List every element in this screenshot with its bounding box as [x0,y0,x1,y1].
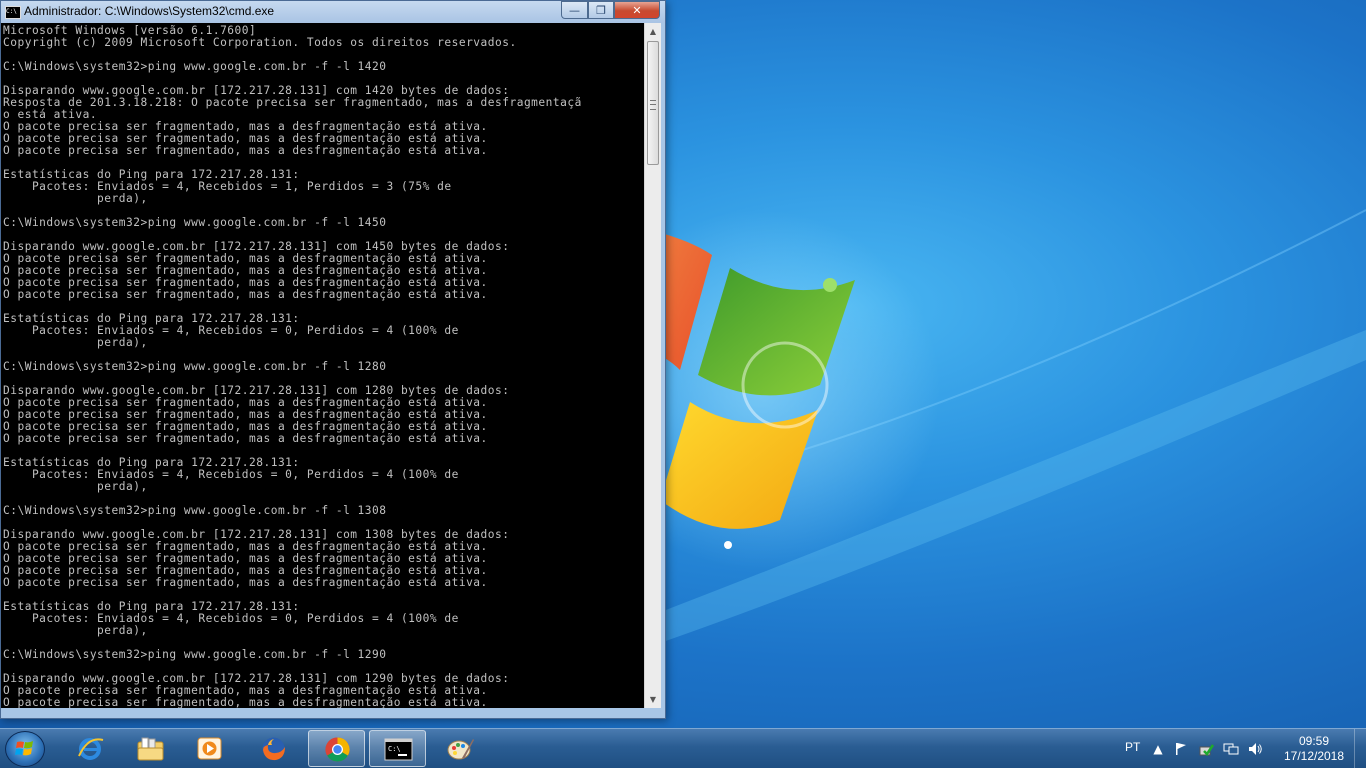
taskbar-media-player[interactable] [181,730,238,767]
window-titlebar[interactable]: C:\ Administrador: C:\Windows\System32\c… [1,1,665,23]
console-line: C:\Windows\system32>ping www.google.com.… [3,648,387,661]
console-line: Resposta de 201.3.18.218: O pacote preci… [3,96,582,109]
taskbar-firefox[interactable] [245,730,302,767]
chrome-icon [325,737,350,762]
scroll-up-arrow-icon[interactable]: ▲ [645,23,661,40]
maximize-button[interactable]: ❐ [588,1,614,19]
taskbar-paint[interactable] [432,730,489,767]
paint-icon [447,739,474,760]
window-title: Administrador: C:\Windows\System32\cmd.e… [24,4,275,18]
cmd-icon: C:\ [384,738,413,761]
console-line: O pacote precisa ser fragmentado, mas a … [3,432,488,445]
vertical-scrollbar[interactable]: ▲ ▼ [644,23,661,708]
console-line: O pacote precisa ser fragmentado, mas a … [3,288,488,301]
console-line: O pacote precisa ser fragmentado, mas a … [3,576,488,589]
taskbar-cmd[interactable]: C:\ [369,730,426,767]
svg-text:C:\: C:\ [388,745,401,753]
console-line: C:\Windows\system32>ping www.google.com.… [3,504,387,517]
console-line: O pacote precisa ser fragmentado, mas a … [3,696,488,709]
console-line: perda), [3,480,148,493]
clock[interactable]: 09:59 17/12/2018 [1274,734,1354,764]
console-line: Copyright (c) 2009 Microsoft Corporation… [3,36,517,49]
cmd-window[interactable]: C:\ Administrador: C:\Windows\System32\c… [0,0,666,719]
minimize-button[interactable]: — [561,1,588,19]
console-line: C:\Windows\system32>ping www.google.com.… [3,216,387,229]
start-button[interactable] [5,731,45,767]
firefox-icon [262,737,285,761]
windows-flag-icon [15,741,33,756]
console-line: perda), [3,336,148,349]
sync-icon[interactable] [1198,741,1214,757]
volume-icon[interactable] [1247,741,1263,757]
console-line: C:\Windows\system32>ping www.google.com.… [3,60,387,73]
scrollbar-thumb[interactable] [647,41,659,165]
language-indicator[interactable]: PT [1125,740,1140,754]
console-line: perda), [3,624,148,637]
caption-buttons: — ❐ ✕ [561,1,660,19]
taskbar-chrome[interactable] [308,730,365,767]
show-hidden-icons-icon[interactable]: ▲ [1150,741,1166,757]
folder-library-icon [137,737,164,761]
internet-explorer-icon [78,738,104,760]
network-icon[interactable] [1223,741,1239,757]
taskbar-internet-explorer[interactable] [62,730,119,767]
clock-date: 17/12/2018 [1283,749,1345,763]
scroll-down-arrow-icon[interactable]: ▼ [645,691,661,708]
console-line: C:\Windows\system32>ping www.google.com.… [3,360,387,373]
taskbar-windows-explorer[interactable] [122,730,179,767]
show-desktop-button[interactable] [1354,729,1366,769]
action-center-flag-icon[interactable] [1173,741,1189,757]
console-line: perda), [3,192,148,205]
close-button[interactable]: ✕ [614,1,660,19]
console-output[interactable]: Microsoft Windows [versão 6.1.7600] Copyr… [1,23,644,708]
media-player-icon [197,737,222,760]
grip-icon [650,100,656,110]
console-line: O pacote precisa ser fragmentado, mas a … [3,144,488,157]
console-text: Microsoft Windows [versão 6.1.7600] Copyr… [1,23,644,709]
clock-time: 09:59 [1298,734,1330,748]
cmd-app-icon: C:\ [5,6,21,19]
taskbar: C:\ PT ▲ 09:59 17/12/2018 [0,728,1366,769]
